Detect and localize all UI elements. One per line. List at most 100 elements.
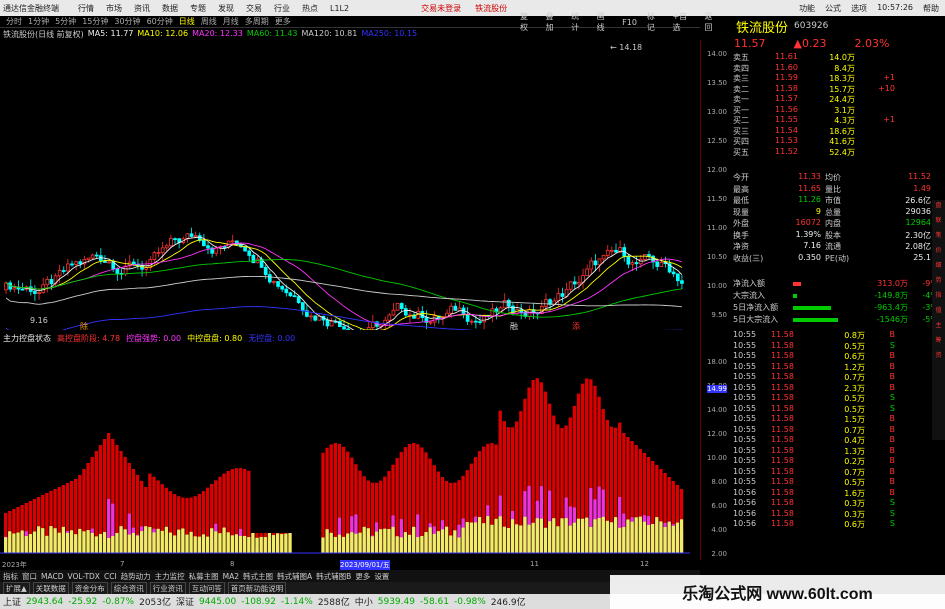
menu-item[interactable]: 市场 xyxy=(106,4,122,13)
quote-row: 净资 7.16 流通 2.08亿 xyxy=(733,241,938,252)
period-tab[interactable]: 月线 xyxy=(223,16,239,27)
indicator-bar-mid xyxy=(78,528,82,553)
indicator-bar-mid xyxy=(164,526,169,553)
menu-item[interactable]: 数据 xyxy=(162,4,178,13)
side-tab[interactable]: 细 xyxy=(932,260,945,270)
indicator-bar-mid xyxy=(477,517,482,553)
flow-row: 大宗流入 -149.8万 -4% xyxy=(733,290,938,301)
quote-value: 11.26 xyxy=(798,195,821,204)
period-tab[interactable]: 日线 xyxy=(179,16,195,27)
indicator-tab[interactable]: 私募主图 xyxy=(189,571,219,582)
indicator-bar-mid xyxy=(646,524,651,553)
title-right-item[interactable]: 公式 xyxy=(825,3,841,14)
side-tab[interactable]: 盘 xyxy=(932,200,945,210)
tick-row: 10:55 11.58 0.7万 B xyxy=(733,425,903,435)
title-right-item[interactable]: 选项 xyxy=(851,3,867,14)
menu-item[interactable]: 行情 xyxy=(78,4,94,13)
side-tab[interactable]: 价 xyxy=(932,245,945,255)
menu-item[interactable]: 发现 xyxy=(218,4,234,13)
candle-body xyxy=(325,319,330,327)
period-tab[interactable]: 周线 xyxy=(201,16,217,27)
main-menu[interactable]: 行情 市场 资讯 数据 专题 发现 交易 行业 热点 L1L2 xyxy=(78,3,361,14)
menu-item[interactable]: L1L2 xyxy=(330,4,349,13)
tick-volume: 0.6万 xyxy=(844,352,865,361)
toolbar-button[interactable]: 返回 xyxy=(704,11,720,33)
tick-volume: 2.3万 xyxy=(844,383,865,393)
toolbar-button[interactable]: F10 xyxy=(622,18,637,27)
indicator-tab[interactable]: CCI xyxy=(104,572,117,581)
period-tab[interactable]: 更多 xyxy=(275,16,291,27)
bottom-tabs[interactable]: 扩展▲ 关联数据 资金分布 综合资讯 行业资讯 互动问答 首页新功能说明 xyxy=(0,581,700,595)
indicator-tab[interactable]: MACD xyxy=(41,572,63,581)
indicator-bar-mid xyxy=(20,530,24,553)
bottom-tab[interactable]: 互动问答 xyxy=(188,581,225,595)
tick-row: 10:55 11.58 1.5万 B xyxy=(733,414,903,424)
indicator-tab[interactable]: MA2 xyxy=(223,572,239,581)
indicator-tab[interactable]: 主力监控 xyxy=(155,571,185,582)
indicator-bar-mid xyxy=(362,526,366,553)
candle-body xyxy=(280,286,285,290)
period-tab[interactable]: 1分钟 xyxy=(28,16,49,27)
indicator-tab[interactable]: 韩式辅图A xyxy=(277,571,312,582)
side-tabs[interactable]: 盘联笔价细势指值主筹资 xyxy=(932,200,945,440)
tick-side: B xyxy=(889,456,896,465)
period-tab[interactable]: 多周期 xyxy=(245,16,269,27)
bid-row: 买一 11.56 3.1万 xyxy=(733,105,923,116)
bottom-tab[interactable]: 首页新功能说明 xyxy=(227,581,287,595)
indicator-bar-mid xyxy=(510,519,515,553)
candle-body xyxy=(680,280,684,284)
indicator-tabs[interactable]: 指标 窗口 MACD VOL-TDX CCI 趋势动力 主力监控 私募主图 MA2 韩式主图 韩式辅… xyxy=(0,570,700,582)
menu-item[interactable]: 热点 xyxy=(302,4,318,13)
indicator-chart[interactable] xyxy=(0,345,700,560)
flow-row: 5日大宗流入 -1546万 -5% xyxy=(733,314,938,325)
menu-item[interactable]: 专题 xyxy=(190,4,206,13)
indicator-tab[interactable]: 更多 xyxy=(355,571,370,582)
chart-toolbar[interactable]: 复权 叠加 统计 画线 F10 标记 +自选 返回 xyxy=(520,12,720,32)
period-tab[interactable]: 15分钟 xyxy=(82,16,108,27)
side-tab[interactable]: 指 xyxy=(932,290,945,300)
bottom-tab[interactable]: 扩展▲ xyxy=(3,581,30,595)
candlestick-chart[interactable]: ← 14.18 9.16 除 融 添 xyxy=(0,40,700,330)
indicator-tab[interactable]: 窗口 xyxy=(22,571,37,582)
indicator-tab[interactable]: 设置 xyxy=(374,571,389,582)
indicator-tab[interactable]: 韩式辅图B xyxy=(316,571,351,582)
indicator-bar-mid xyxy=(465,522,469,553)
index-value: 中小 xyxy=(354,598,373,608)
bottom-tab[interactable]: 行业资讯 xyxy=(149,581,186,595)
side-tab[interactable]: 联 xyxy=(932,215,945,225)
indicator-tab[interactable]: 韩式主图 xyxy=(243,571,273,582)
indicator-bar-mid xyxy=(613,517,618,553)
period-tab[interactable]: 60分钟 xyxy=(147,16,173,27)
bottom-tab[interactable]: 综合资讯 xyxy=(110,581,147,595)
indicator-tab[interactable]: VOL-TDX xyxy=(67,572,99,581)
title-right[interactable]: 功能 公式 选项 10:57:26 帮助 xyxy=(799,3,945,14)
menu-item[interactable]: 交易 xyxy=(246,4,262,13)
indicator-bar-mid xyxy=(515,524,519,553)
quote-label: PE(动) xyxy=(825,253,850,263)
candle-body xyxy=(296,296,301,303)
period-tab[interactable]: 30分钟 xyxy=(114,16,140,27)
bottom-tab[interactable]: 资金分布 xyxy=(71,581,108,595)
side-tab[interactable]: 势 xyxy=(932,275,945,285)
tick-price: 11.58 xyxy=(771,435,794,444)
candle-body xyxy=(214,247,219,254)
title-right-item[interactable]: 功能 xyxy=(799,3,815,14)
bottom-tab[interactable]: 关联数据 xyxy=(32,581,69,595)
side-tab[interactable]: 主 xyxy=(932,320,945,330)
indicator-tab[interactable]: 趋势动力 xyxy=(121,571,151,582)
indicator-tab[interactable]: 指标 xyxy=(3,571,18,582)
title-right-item[interactable]: 10:57:26 xyxy=(877,3,913,14)
side-tab[interactable]: 笔 xyxy=(932,230,945,240)
price-tick: 10.50 xyxy=(706,253,727,261)
side-tab[interactable]: 值 xyxy=(932,305,945,315)
menu-item[interactable]: 行业 xyxy=(274,4,290,13)
side-tab[interactable]: 资 xyxy=(932,350,945,360)
period-tab[interactable]: 分时 xyxy=(6,16,22,27)
side-tab[interactable]: 筹 xyxy=(932,335,945,345)
ob-volume: 24.4万 xyxy=(829,95,855,104)
indicator-bar-mid xyxy=(659,521,663,553)
candle-body xyxy=(78,261,83,265)
period-tab[interactable]: 5分钟 xyxy=(55,16,76,27)
menu-item[interactable]: 资讯 xyxy=(134,4,150,13)
title-right-item[interactable]: 帮助 xyxy=(923,3,939,14)
